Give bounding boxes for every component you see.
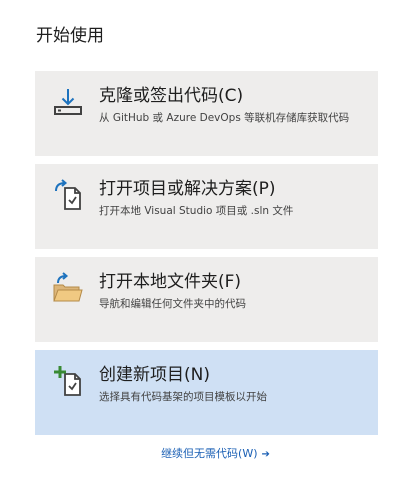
card-title: 创建新项目(N) [99, 365, 210, 385]
open-project-icon [51, 178, 85, 212]
card-description: 导航和编辑任何文件夹中的代码 [99, 298, 246, 310]
continue-without-code-link[interactable]: 继续但无需代码(W) ➔ [0, 445, 401, 464]
clone-repository-card[interactable]: 克隆或签出代码(C) 从 GitHub 或 Azure DevOps 等联机存储… [35, 71, 378, 156]
card-description: 从 GitHub 或 Azure DevOps 等联机存储库获取代码 [99, 112, 350, 124]
card-title: 打开项目或解决方案(P) [99, 179, 276, 199]
clone-download-icon [51, 85, 85, 119]
open-project-card[interactable]: 打开项目或解决方案(P) 打开本地 Visual Studio 项目或 .sln… [35, 164, 378, 249]
section-title: 开始使用 [36, 26, 104, 46]
open-folder-icon [51, 271, 85, 305]
card-title: 克隆或签出代码(C) [99, 86, 244, 106]
new-project-icon [51, 364, 85, 398]
card-title: 打开本地文件夹(F) [99, 272, 242, 292]
arrow-right-icon: ➔ [261, 449, 270, 460]
open-folder-card[interactable]: 打开本地文件夹(F) 导航和编辑任何文件夹中的代码 [35, 257, 378, 342]
card-description: 选择具有代码基架的项目模板以开始 [99, 391, 267, 403]
continue-link-label: 继续但无需代码(W) [161, 447, 258, 460]
card-description: 打开本地 Visual Studio 项目或 .sln 文件 [99, 205, 294, 217]
create-new-project-card[interactable]: 创建新项目(N) 选择具有代码基架的项目模板以开始 [35, 350, 378, 435]
